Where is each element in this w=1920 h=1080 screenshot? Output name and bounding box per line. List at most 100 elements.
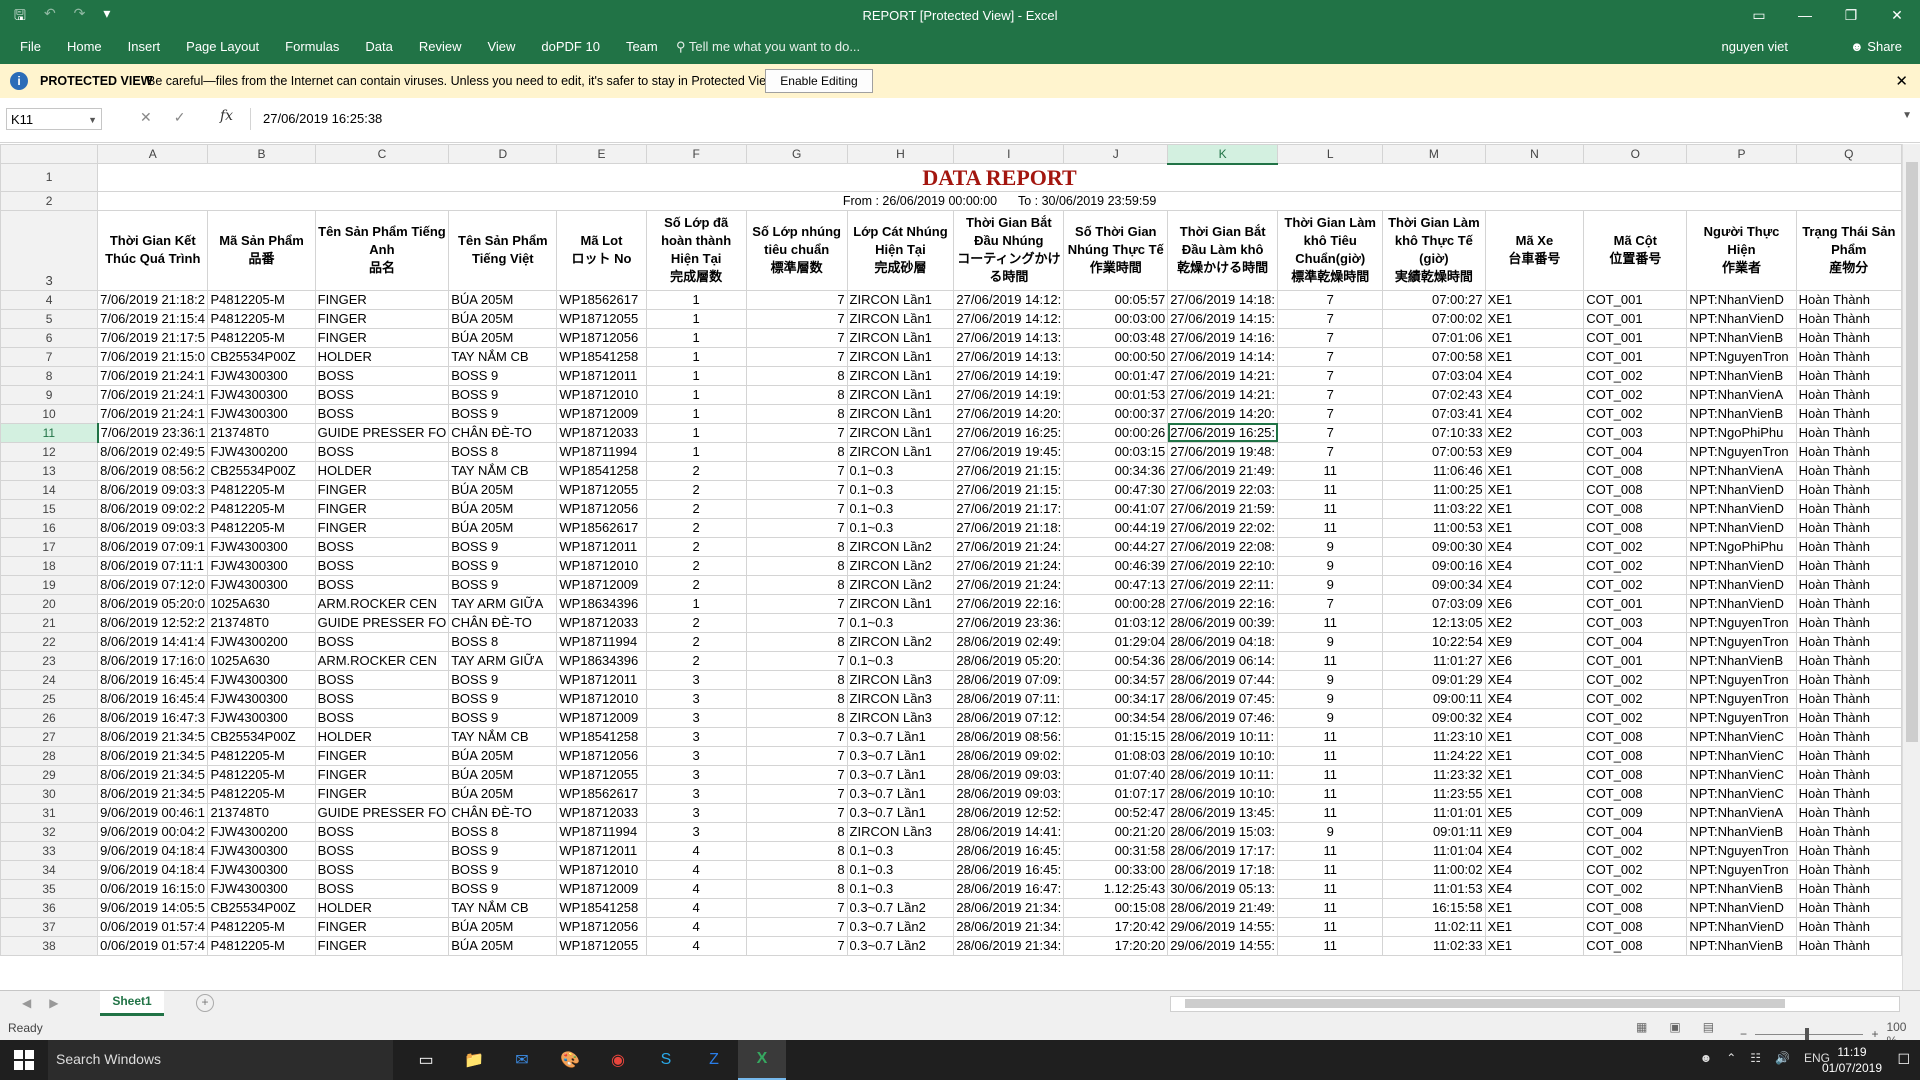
cell[interactable]: 07:00:02	[1382, 308, 1486, 329]
cell[interactable]: COT_002	[1583, 365, 1688, 386]
cell[interactable]: 01:07:40	[1063, 764, 1169, 785]
ribbon-tab[interactable]: Team	[626, 39, 658, 54]
cell[interactable]: 00:21:20	[1063, 821, 1169, 842]
cell[interactable]: WP18712009	[556, 878, 647, 899]
cell[interactable]: NPT:NgoPhiPhu	[1686, 536, 1797, 557]
cell[interactable]: 9/06/2019 04:18:4	[97, 840, 209, 861]
cell[interactable]: 3	[645, 707, 747, 728]
cell[interactable]: 00:44:27	[1063, 536, 1169, 557]
cell[interactable]: ZIRCON Lần3	[846, 707, 955, 728]
sheet-tab[interactable]: Sheet1	[100, 991, 164, 1016]
tell-me-box[interactable]: ⚲ Tell me what you want to do...	[676, 39, 860, 55]
cell[interactable]: 7/06/2019 21:18:2	[97, 289, 209, 310]
cancel-icon[interactable]: ✕	[140, 109, 152, 126]
worksheet-grid[interactable]: A B C D E F G H I J K L M N O P Q 1 DATA REPORT 2 From : 26/…	[0, 144, 1902, 990]
cell[interactable]: Hoàn Thành	[1795, 289, 1902, 310]
column-header[interactable]: J	[1063, 144, 1169, 164]
cell[interactable]: FINGER	[314, 308, 450, 329]
normal-view-icon[interactable]: ▦	[1636, 1020, 1647, 1034]
cell[interactable]: 7	[745, 517, 848, 538]
cell[interactable]: 28/06/2019 08:56:	[953, 726, 1065, 747]
cell[interactable]: 2	[645, 650, 747, 671]
cell[interactable]: CHÂN ĐÈ-TO	[448, 612, 558, 633]
cell[interactable]: Hoàn Thành	[1795, 631, 1902, 652]
cell[interactable]: 28/06/2019 17:17:	[1167, 840, 1279, 861]
cell[interactable]: NPT:NhanVienB	[1686, 878, 1797, 899]
cell[interactable]: WP18562617	[556, 783, 647, 804]
cell[interactable]: 07:00:53	[1382, 441, 1486, 462]
cell[interactable]: 27/06/2019 14:13:	[953, 346, 1065, 367]
cell[interactable]: 7	[745, 346, 848, 367]
cell[interactable]: 8/06/2019 12:52:2	[97, 612, 209, 633]
cell[interactable]: Hoàn Thành	[1795, 897, 1902, 918]
cell[interactable]: BOSS 9	[448, 555, 558, 576]
column-title[interactable]: Số Thời Gian Nhúng Thực Tế 作業時間	[1063, 209, 1169, 291]
cell[interactable]: 00:52:47	[1063, 802, 1169, 823]
share-button[interactable]: ☻ Share	[1850, 39, 1902, 54]
cell[interactable]: 07:00:58	[1382, 346, 1486, 367]
cell[interactable]: 7/06/2019 21:15:0	[97, 346, 209, 367]
cell[interactable]: ZIRCON Lần2	[846, 631, 955, 652]
cell[interactable]: 11:01:01	[1382, 802, 1486, 823]
cell[interactable]: 27/06/2019 23:36:	[953, 612, 1065, 633]
zoom-in-icon[interactable]: +	[1871, 1027, 1878, 1041]
cell[interactable]: 1	[645, 422, 747, 443]
action-center-icon[interactable]: ☐	[1897, 1051, 1910, 1068]
cell[interactable]: 9/06/2019 04:18:4	[97, 859, 209, 880]
cell[interactable]: FJW4300300	[207, 688, 316, 709]
cell[interactable]: XE4	[1484, 384, 1585, 405]
cell[interactable]: WP18712033	[556, 612, 647, 633]
cell[interactable]: 8	[745, 688, 848, 709]
cell[interactable]: BOSS 9	[448, 669, 558, 690]
cell[interactable]: FJW4300300	[207, 555, 316, 576]
cell[interactable]: COT_004	[1583, 821, 1688, 842]
cell[interactable]: 7	[1277, 403, 1384, 424]
cell[interactable]: XE1	[1484, 764, 1585, 785]
cell[interactable]: 1	[645, 289, 747, 310]
cell[interactable]: WP18541258	[556, 346, 647, 367]
cell[interactable]: XE4	[1484, 365, 1585, 386]
cell[interactable]: BÚA 205M	[448, 308, 558, 329]
cell[interactable]: 27/06/2019 22:10:	[1167, 555, 1279, 576]
cell[interactable]: 27/06/2019 21:24:	[953, 574, 1065, 595]
cell[interactable]: 11	[1277, 897, 1384, 918]
cell[interactable]: Hoàn Thành	[1795, 612, 1902, 633]
cell[interactable]: TAY ARM GIỮA	[448, 650, 558, 671]
cell[interactable]: FJW4300300	[207, 365, 316, 386]
cell[interactable]: WP18562617	[556, 517, 647, 538]
cell[interactable]: P4812205-M	[207, 498, 316, 519]
cell[interactable]: BOSS	[314, 878, 450, 899]
cell[interactable]: COT_008	[1583, 726, 1688, 747]
cell[interactable]: FINGER	[314, 498, 450, 519]
cell[interactable]: COT_002	[1583, 574, 1688, 595]
cell[interactable]: 7/06/2019 21:24:1	[97, 365, 209, 386]
cell[interactable]: 9	[1277, 536, 1384, 557]
cell[interactable]: COT_003	[1583, 422, 1688, 443]
cell[interactable]: 11:00:53	[1382, 517, 1486, 538]
cell[interactable]: 28/06/2019 12:52:	[953, 802, 1065, 823]
cell[interactable]: COT_001	[1583, 308, 1688, 329]
cell[interactable]: 0.3~0.7 Lần2	[846, 897, 955, 918]
cell[interactable]: 27/06/2019 21:24:	[953, 555, 1065, 576]
cell[interactable]: Hoàn Thành	[1795, 650, 1902, 671]
cell[interactable]: WP18712011	[556, 669, 647, 690]
cell[interactable]: P4812205-M	[207, 783, 316, 804]
cell[interactable]: COT_009	[1583, 802, 1688, 823]
cell[interactable]: 27/06/2019 19:45:	[953, 441, 1065, 462]
cell[interactable]: BOSS	[314, 441, 450, 462]
cell[interactable]: 00:00:37	[1063, 403, 1169, 424]
cell[interactable]: ZIRCON Lần1	[846, 346, 955, 367]
cell[interactable]: XE1	[1484, 346, 1585, 367]
cell[interactable]: Hoàn Thành	[1795, 441, 1902, 462]
cell[interactable]: 00:46:39	[1063, 555, 1169, 576]
cell[interactable]: 8/06/2019 17:16:0	[97, 650, 209, 671]
cell[interactable]: ZIRCON Lần3	[846, 688, 955, 709]
cell[interactable]: HOLDER	[314, 897, 450, 918]
cell[interactable]: 27/06/2019 14:12:	[953, 308, 1065, 329]
cell[interactable]: BOSS	[314, 403, 450, 424]
cell[interactable]: P4812205-M	[207, 327, 316, 348]
cell[interactable]: 11	[1277, 479, 1384, 500]
cell[interactable]: 28/06/2019 04:18:	[1167, 631, 1279, 652]
cell[interactable]: BOSS 9	[448, 403, 558, 424]
row-header[interactable]: 31	[0, 802, 99, 823]
